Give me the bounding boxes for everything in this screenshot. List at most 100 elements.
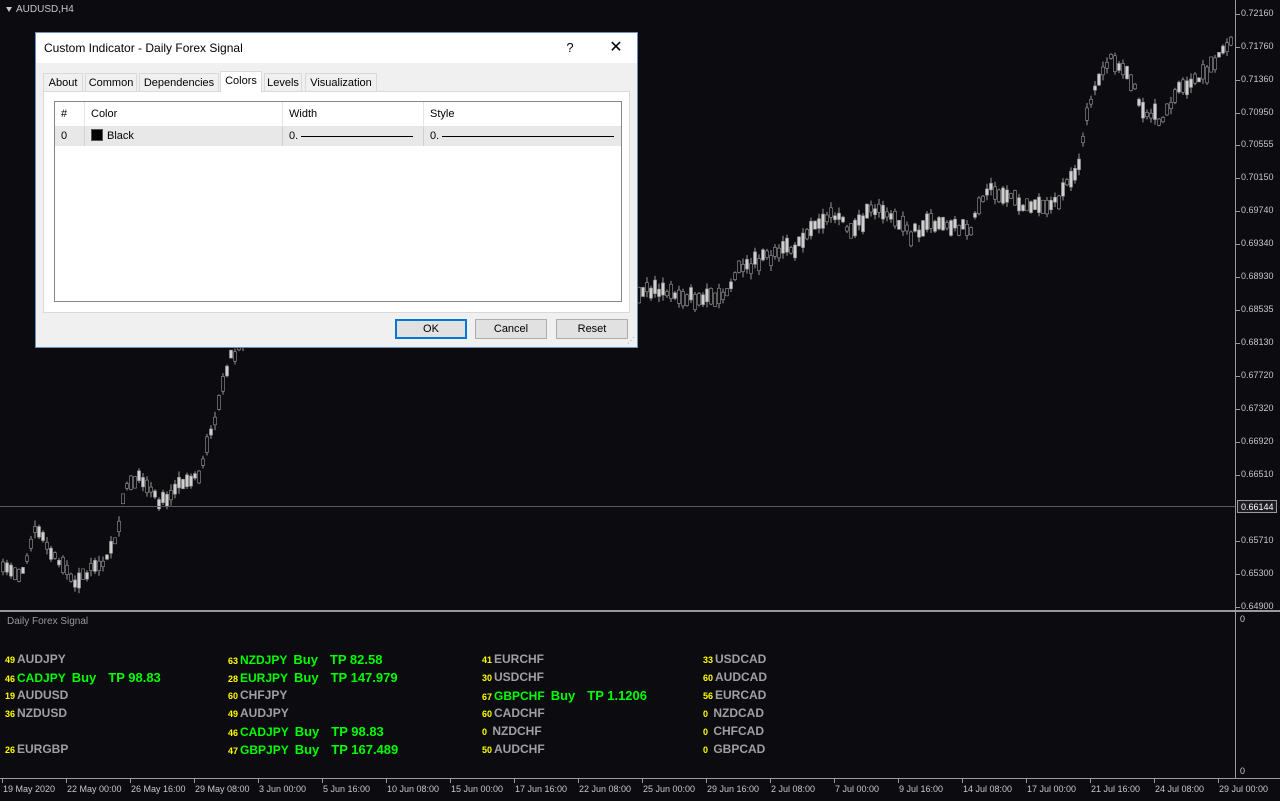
close-icon[interactable]: ✕ (602, 37, 630, 59)
tab-levels[interactable]: Levels (264, 73, 302, 91)
candle-body (941, 217, 945, 231)
price-axis[interactable]: 0.72160 0.71760 0.71360 0.70950 0.70555 0.701… (1235, 0, 1280, 611)
signal-strength: 60 (482, 709, 493, 719)
candle-body (773, 247, 777, 257)
signal-row: 19 AUDUSD (5, 688, 68, 702)
time-tick-mark (962, 779, 963, 783)
tab-visualization[interactable]: Visualization (305, 73, 377, 91)
candle-body (945, 222, 949, 229)
candle-body (805, 229, 809, 240)
signal-take-profit: TP 1.1206 (587, 688, 648, 703)
candle-body (989, 183, 993, 191)
help-button[interactable]: ? (560, 37, 580, 59)
price-tick-label: 0.69340 (1241, 238, 1274, 248)
resize-grip-icon[interactable]: ⋰ (627, 337, 635, 345)
candle-body (141, 477, 145, 488)
candle-body (657, 288, 661, 297)
candle-body (929, 213, 933, 229)
candle-body (1069, 170, 1073, 188)
ok-button[interactable]: OK (395, 319, 467, 339)
signal-row: 0 CHFCAD (703, 724, 764, 738)
candle-body (41, 532, 45, 541)
candle-body (1017, 197, 1021, 212)
signal-row: 0 GBPCAD (703, 742, 765, 756)
candle-body (665, 291, 669, 297)
tab-dependencies[interactable]: Dependencies (139, 73, 219, 91)
candle-body (81, 568, 85, 580)
col-header-color[interactable]: Color (85, 102, 283, 126)
candle-body (745, 259, 749, 270)
signal-row: 0 NZDCAD (703, 706, 764, 720)
color-cell[interactable]: Black (85, 127, 283, 146)
signal-strength: 19 (5, 691, 16, 701)
signal-strength: 67 (482, 692, 493, 702)
candle-body (1117, 63, 1121, 71)
dialog-titlebar[interactable]: Custom Indicator - Daily Forex Signal ? … (36, 33, 637, 63)
time-tick-label: 19 May 2020 (3, 784, 56, 794)
price-tick-mark (1236, 244, 1240, 245)
signal-strength: 33 (703, 655, 714, 665)
candle-body (793, 244, 797, 259)
candle-body (13, 567, 17, 580)
candle-body (25, 555, 29, 562)
candle-body (1021, 204, 1025, 211)
price-tick-mark (1236, 178, 1240, 179)
indicator-pane[interactable]: Daily Forex Signal 49 AUDJPY 46 CADJPY Buy TP… (0, 612, 1235, 778)
candle-body (813, 220, 817, 230)
candle-body (1181, 79, 1185, 93)
candle-body (189, 475, 193, 487)
signal-row: 49 AUDJPY (5, 652, 66, 666)
cancel-button[interactable]: Cancel (475, 319, 547, 339)
candle-body (957, 224, 961, 236)
col-header-index[interactable]: # (55, 102, 85, 126)
candle-body (1049, 199, 1053, 211)
price-tick-label: 0.70555 (1241, 139, 1274, 149)
candle-body (1125, 65, 1129, 80)
col-header-width[interactable]: Width (283, 102, 424, 126)
candle-body (1165, 103, 1169, 116)
signal-pair: EURCHF (494, 652, 545, 666)
candle-body (225, 365, 229, 377)
candle-body (5, 562, 9, 573)
signal-pair: USDCAD (715, 652, 767, 666)
candle-body (1041, 199, 1045, 215)
candle-body (1093, 85, 1097, 91)
candle-body (977, 197, 981, 214)
width-cell[interactable]: 0. (283, 127, 424, 146)
signal-strength: 49 (228, 709, 239, 719)
candle-body (1033, 199, 1037, 210)
candle-body (673, 292, 677, 299)
candle-body (217, 395, 221, 410)
chart-symbol-title[interactable]: AUDUSD,H4 (6, 4, 74, 15)
candle-body (801, 232, 805, 248)
candle-body (1101, 66, 1105, 76)
row-index: 0 (55, 127, 85, 146)
col-header-style[interactable]: Style (424, 102, 621, 126)
candle-body (77, 572, 81, 589)
candle-body (1205, 66, 1209, 84)
tab-common[interactable]: Common (85, 73, 137, 91)
signal-pair: AUDCAD (715, 670, 768, 684)
candle-body (129, 475, 133, 490)
candle-body (21, 567, 25, 574)
table-row[interactable]: 0 Black 0. 0. (55, 127, 621, 146)
candle-body (1149, 112, 1153, 119)
signal-take-profit: TP 82.58 (329, 652, 383, 667)
reset-button[interactable]: Reset (556, 319, 628, 339)
candle-body (185, 474, 189, 487)
tab-colors[interactable]: Colors (220, 71, 262, 92)
candle-body (1061, 182, 1065, 197)
signal-pair: CHFJPY (240, 688, 288, 702)
candle-body (61, 556, 65, 574)
candle-body (641, 287, 645, 297)
tab-about[interactable]: About (43, 73, 83, 91)
time-tick-mark (642, 779, 643, 783)
style-cell[interactable]: 0. (424, 127, 621, 146)
candle-body (205, 436, 209, 453)
signal-action: Buy (293, 652, 318, 667)
time-tick-label: 29 Jul 00:00 (1219, 784, 1269, 794)
candle-body (845, 226, 849, 232)
time-tick-mark (258, 779, 259, 783)
time-axis[interactable]: 19 May 2020 22 May 00:00 26 May 16:00 29 Ma… (0, 778, 1280, 801)
candle-body (965, 224, 969, 236)
